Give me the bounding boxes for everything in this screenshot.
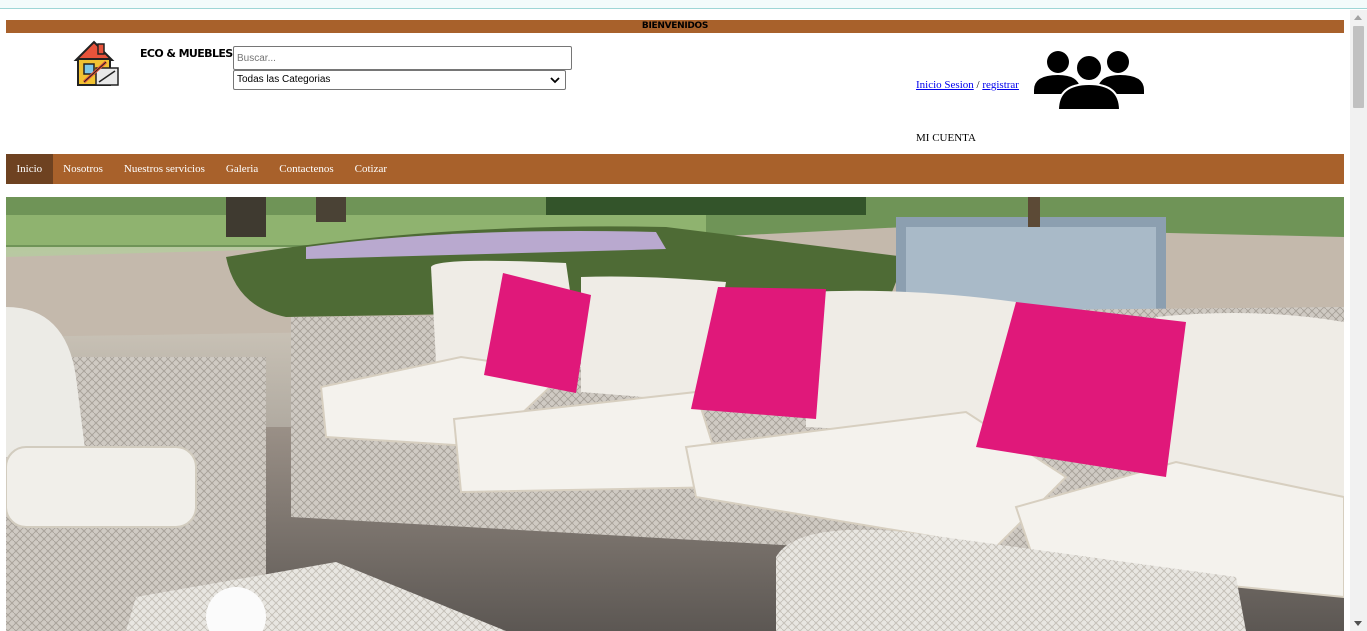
scrollbar-thumb[interactable]	[1353, 26, 1364, 108]
hero-image	[6, 197, 1344, 631]
my-account-label[interactable]: MI CUENTA	[916, 132, 976, 144]
scroll-up-icon[interactable]	[1354, 15, 1362, 20]
nav-item-inicio[interactable]: Inicio	[6, 154, 53, 184]
welcome-bar: BIENVENIDOS	[6, 20, 1344, 33]
brand-name: ECO & MUEBLES	[140, 47, 233, 60]
nav-item-servicios[interactable]: Nuestros servicios	[113, 154, 215, 184]
register-link[interactable]: registrar	[982, 79, 1019, 91]
account-separator: /	[976, 79, 980, 91]
users-group-icon[interactable]	[1034, 48, 1144, 111]
browser-top-strip	[0, 0, 1367, 9]
main-nav: Inicio Nosotros Nuestros servicios Galer…	[6, 154, 1344, 184]
account-links: Inicio Sesion / registrar	[916, 79, 1019, 91]
scroll-down-icon[interactable]	[1354, 621, 1362, 626]
nav-item-cotizar[interactable]: Cotizar	[344, 154, 397, 184]
category-select-value: Todas las Categorias	[237, 74, 331, 85]
login-link[interactable]: Inicio Sesion	[916, 79, 974, 91]
page-scrollbar[interactable]	[1350, 10, 1367, 631]
chevron-down-icon	[549, 74, 561, 86]
nav-item-nosotros[interactable]: Nosotros	[53, 154, 114, 184]
nav-item-galeria[interactable]: Galeria	[215, 154, 268, 184]
category-select[interactable]: Todas las Categorias	[233, 70, 566, 90]
nav-item-contactenos[interactable]: Contactenos	[269, 154, 344, 184]
house-tools-icon[interactable]	[72, 38, 122, 88]
search-input[interactable]	[233, 46, 572, 70]
